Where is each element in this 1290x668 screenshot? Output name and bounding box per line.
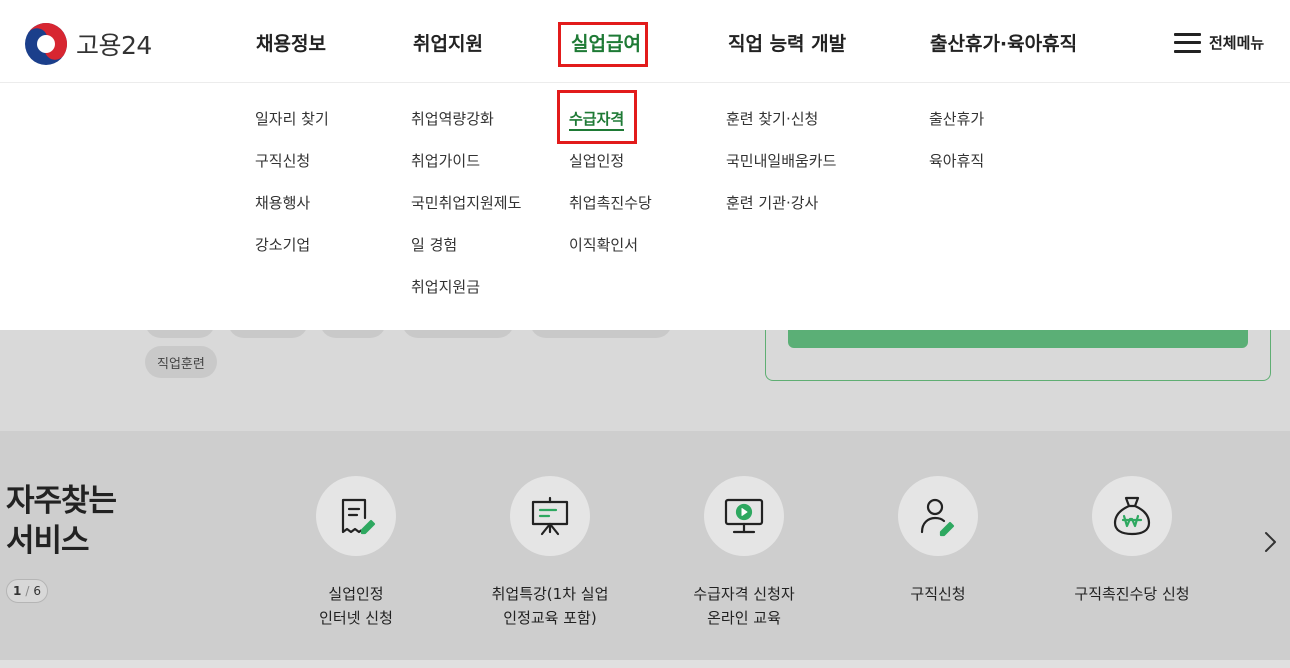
menu-item[interactable]: 실업인정: [569, 151, 652, 193]
menu-item[interactable]: 훈련 기관·강사: [726, 193, 836, 235]
menu-item-eligibility-label: 수급자격: [569, 110, 625, 131]
nav-unemployment-benefit[interactable]: 실업급여: [571, 31, 641, 57]
menu-item[interactable]: 국민내일배움카드: [726, 151, 836, 193]
menu-column-job-info: 일자리 찾기 구직신청 채용행사 강소기업: [255, 109, 329, 277]
menu-item[interactable]: 취업촉진수당: [569, 193, 652, 235]
document-pen-icon: [341, 498, 376, 535]
menu-item[interactable]: 훈련 찾기·신청: [726, 109, 836, 151]
service-label: 취업특강(1차 실업 인정교육 포함): [491, 585, 609, 627]
menu-item[interactable]: 채용행사: [255, 193, 329, 235]
panel-button[interactable]: [788, 330, 1248, 348]
hamburger-icon: [1174, 32, 1201, 53]
section-title-line1: 자주찾는: [6, 483, 117, 519]
chevron-right-icon[interactable]: [1260, 530, 1280, 554]
service-job-application[interactable]: 구직신청: [838, 476, 1038, 606]
video-monitor-icon: [724, 498, 764, 534]
service-label: 실업인정 인터넷 신청: [319, 585, 393, 627]
person-pen-icon: [920, 498, 955, 537]
menu-item[interactable]: 취업지원금: [411, 277, 521, 319]
menu-item[interactable]: 육아휴직: [929, 151, 984, 193]
presentation-board-icon: [531, 496, 569, 536]
service-unemployment-recognition[interactable]: 실업인정 인터넷 신청: [256, 476, 456, 630]
menu-item[interactable]: 출산휴가: [929, 109, 984, 151]
money-bag-icon: [1113, 496, 1151, 536]
section-title-line2: 서비스: [6, 523, 90, 559]
pager-current: 1: [12, 584, 22, 598]
menu-item[interactable]: 국민취업지원제도: [411, 193, 521, 235]
menu-item[interactable]: 취업가이드: [411, 151, 521, 193]
section-title: 자주찾는 서비스: [6, 481, 117, 561]
nav-maternity-leave[interactable]: 출산휴가·육아휴직: [930, 31, 1077, 57]
menu-column-maternity-leave: 출산휴가 육아휴직: [929, 109, 984, 193]
nav-vocational-training[interactable]: 직업 능력 개발: [728, 31, 846, 57]
logo-text: 고용24: [76, 31, 152, 60]
logo[interactable]: 고용24: [24, 22, 152, 66]
all-menu-button[interactable]: 전체메뉴: [1174, 32, 1264, 53]
nav-job-info[interactable]: 채용정보: [256, 31, 326, 57]
all-menu-label: 전체메뉴: [1209, 34, 1265, 52]
service-employment-lecture[interactable]: 취업특강(1차 실업 인정교육 포함): [450, 476, 650, 630]
menu-item[interactable]: 일 경험: [411, 235, 521, 277]
menu-column-vocational-training: 훈련 찾기·신청 국민내일배움카드 훈련 기관·강사: [726, 109, 836, 235]
menu-item[interactable]: 구직신청: [255, 151, 329, 193]
bottom-strip: [0, 660, 1290, 668]
service-job-allowance[interactable]: 구직촉진수당 신청: [1032, 476, 1232, 606]
pager-total: 6: [33, 584, 42, 598]
menu-item[interactable]: 일자리 찾기: [255, 109, 329, 151]
menu-column-unemployment-benefit: 수급자격 실업인정 취업촉진수당 이직확인서: [569, 109, 652, 277]
taegeuk-logo-icon: [25, 23, 67, 65]
menu-item-eligibility[interactable]: 수급자격: [569, 109, 652, 151]
menu-item[interactable]: 강소기업: [255, 235, 329, 277]
menu-column-employment-support: 취업역량강화 취업가이드 국민취업지원제도 일 경험 취업지원금: [411, 109, 521, 319]
frequent-services-section: 자주찾는 서비스 1/6 실업인정 인터넷 신청 취업특강(1차 실업 인정교육…: [0, 431, 1290, 660]
service-online-education[interactable]: 수급자격 신청자 온라인 교육: [644, 476, 844, 630]
service-label: 구직신청: [910, 585, 966, 603]
site-header: 고용24 채용정보 취업지원 실업급여 직업 능력 개발 출산휴가·육아휴직 전…: [0, 0, 1290, 83]
service-label: 수급자격 신청자 온라인 교육: [693, 585, 795, 627]
nav-employment-support[interactable]: 취업지원: [413, 31, 483, 57]
menu-item[interactable]: 취업역량강화: [411, 109, 521, 151]
menu-item[interactable]: 이직확인서: [569, 235, 652, 277]
mega-menu: 일자리 찾기 구직신청 채용행사 강소기업 취업역량강화 취업가이드 국민취업지…: [0, 83, 1290, 330]
tag-pill-vocational-training[interactable]: 직업훈련: [145, 346, 217, 378]
service-label: 구직촉진수당 신청: [1074, 585, 1190, 603]
carousel-pager: 1/6: [6, 579, 48, 603]
